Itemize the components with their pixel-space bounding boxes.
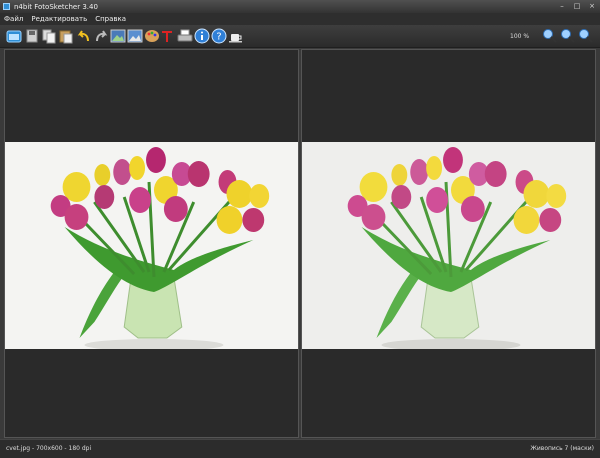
window-controls: – □ × — [557, 1, 597, 11]
menu-edit[interactable]: Редактировать — [31, 15, 87, 23]
result-image-panel[interactable] — [301, 49, 596, 438]
result-photo — [302, 142, 595, 349]
toolbar: ? 100 % — [0, 25, 600, 48]
copy-icon[interactable] — [41, 28, 57, 44]
maximize-button[interactable]: □ — [572, 1, 582, 11]
zoom-level: 100 % — [510, 33, 530, 40]
minimize-button[interactable]: – — [557, 1, 567, 11]
zoom-fit-icon[interactable] — [578, 28, 594, 44]
menu-file[interactable]: Файл — [4, 15, 23, 23]
print-icon[interactable] — [177, 28, 193, 44]
close-button[interactable]: × — [587, 1, 597, 11]
file-info: cvet.jpg - 700x600 - 180 dpi — [6, 445, 92, 452]
result-view-icon[interactable] — [127, 28, 143, 44]
status-bar: cvet.jpg - 700x600 - 180 dpi Живопись 7 … — [0, 439, 600, 458]
zoom-out-icon[interactable] — [560, 28, 576, 44]
undo-icon[interactable] — [76, 28, 92, 44]
add-text-icon[interactable] — [159, 28, 175, 44]
help-icon[interactable]: ? — [211, 28, 227, 44]
menu-bar: Файл Редактировать Справка — [0, 13, 600, 25]
save-icon[interactable] — [24, 28, 40, 44]
app-icon — [3, 3, 10, 10]
svg-text:?: ? — [216, 32, 221, 43]
window-title: n4bit FotoSketcher 3.40 — [14, 2, 98, 11]
info-icon[interactable] — [194, 28, 210, 44]
open-image-icon[interactable] — [6, 28, 22, 44]
coffee-icon[interactable] — [228, 28, 244, 44]
palette-icon[interactable] — [144, 28, 160, 44]
title-bar: n4bit FotoSketcher 3.40 – □ × — [0, 0, 600, 13]
paste-icon[interactable] — [58, 28, 74, 44]
original-photo — [5, 142, 298, 349]
menu-help[interactable]: Справка — [95, 15, 126, 23]
original-image-panel[interactable] — [4, 49, 299, 438]
original-view-icon[interactable] — [110, 28, 126, 44]
effect-name: Живопись 7 (маски) — [530, 445, 594, 452]
redo-icon[interactable] — [93, 28, 109, 44]
zoom-in-icon[interactable] — [542, 28, 558, 44]
